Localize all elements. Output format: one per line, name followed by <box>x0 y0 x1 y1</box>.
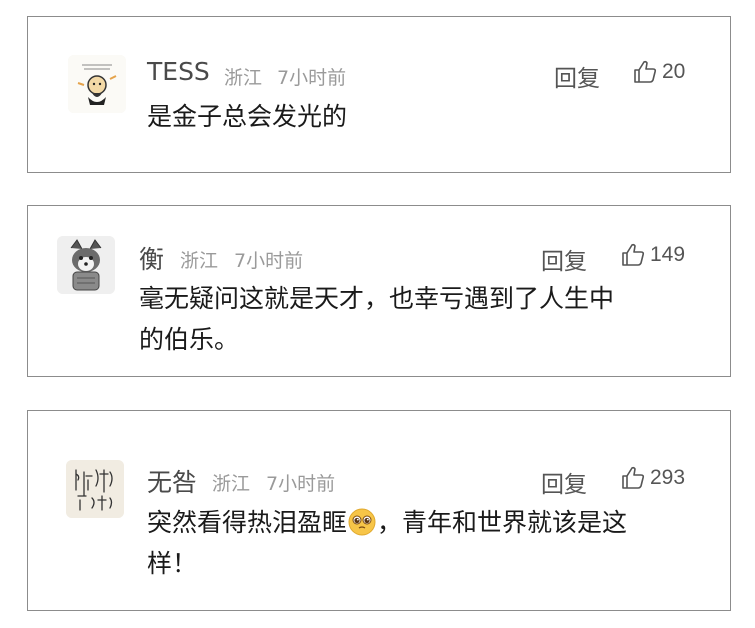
avatar[interactable] <box>68 55 126 113</box>
like-button[interactable]: 20 <box>632 59 685 85</box>
comment-card: 衡 浙江 7小时前 回复 149 毫无疑问这就是天才，也幸亏遇到了人生中 的伯乐… <box>27 205 731 377</box>
comment-location: 浙江 <box>180 250 219 272</box>
calligraphy-avatar-icon <box>66 460 124 518</box>
like-count: 293 <box>650 466 686 489</box>
comment-text: 毫无疑问这就是天才，也幸亏遇到了人生中 的伯乐。 <box>139 278 614 360</box>
comment-time: 7小时前 <box>277 67 347 89</box>
comment-author[interactable]: 衡 <box>139 240 164 276</box>
comment-text-line: 的伯乐。 <box>139 325 240 354</box>
reply-button[interactable]: 回复 <box>541 465 587 499</box>
comment-time: 7小时前 <box>234 250 304 272</box>
like-count: 149 <box>650 243 686 266</box>
comment-time: 7小时前 <box>266 473 336 495</box>
comment-card: TESS 浙江 7小时前 回复 20 是金子总会发光的 <box>27 16 731 173</box>
like-button[interactable]: 293 <box>620 465 685 491</box>
husky-dog-avatar-icon <box>57 236 115 294</box>
avatar[interactable] <box>57 236 115 294</box>
comment-text-line: 毫无疑问这就是天才，也幸亏遇到了人生中 <box>139 284 615 313</box>
reply-button[interactable]: 回复 <box>554 59 600 93</box>
like-count: 20 <box>662 60 686 83</box>
comment-text-line: 样！ <box>147 549 198 578</box>
pleading-face-emoji-icon <box>348 508 376 536</box>
comment-location: 浙江 <box>224 67 263 89</box>
cartoon-figure-avatar-icon <box>68 55 126 113</box>
like-button[interactable]: 149 <box>620 242 685 268</box>
thumbs-up-icon <box>622 243 645 266</box>
thumbs-up-icon <box>622 466 645 489</box>
comment-card: 无咎 浙江 7小时前 回复 293 突然看得热泪盈眶 ，青年和世界就该是这 样！ <box>27 410 731 611</box>
comment-text: 突然看得热泪盈眶 ，青年和世界就该是这 样！ <box>147 502 627 584</box>
comment-text-fragment: 突然看得热泪盈眶 <box>147 508 348 537</box>
avatar[interactable] <box>66 460 124 518</box>
thumbs-up-icon <box>634 60 657 83</box>
comment-author[interactable]: TESS <box>147 57 210 86</box>
comment-text-line: 突然看得热泪盈眶 ，青年和世界就该是这 <box>147 502 627 543</box>
reply-button[interactable]: 回复 <box>541 242 587 276</box>
comment-author[interactable]: 无咎 <box>147 463 197 499</box>
comment-text-line: 是金子总会发光的 <box>147 102 348 131</box>
comment-text-fragment: ，青年和世界就该是这 <box>377 508 628 537</box>
comment-location: 浙江 <box>212 473 251 495</box>
comment-text: 是金子总会发光的 <box>147 96 347 137</box>
